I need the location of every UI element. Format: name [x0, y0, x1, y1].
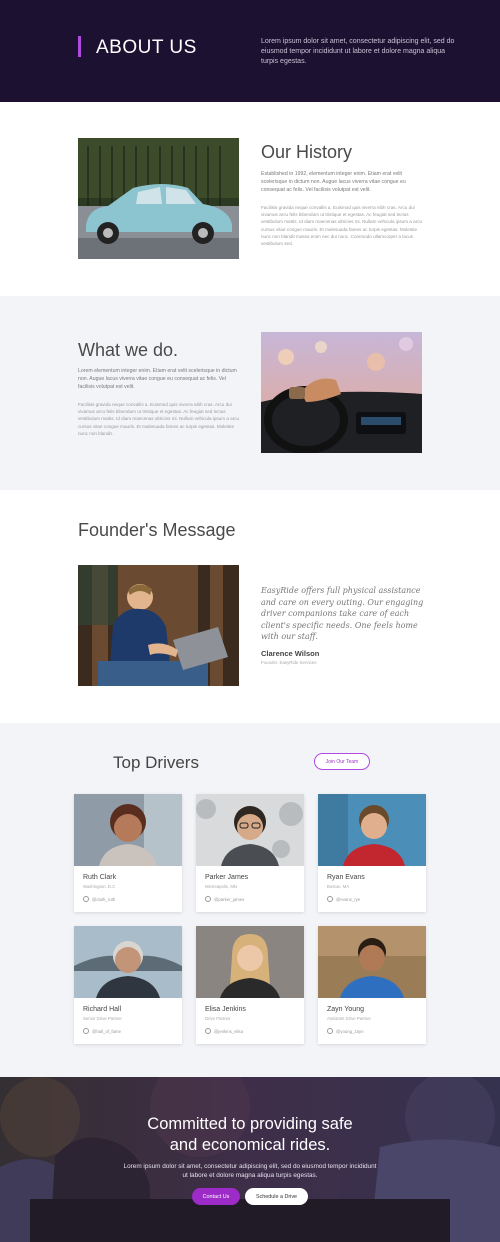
whatsapp-icon: [327, 896, 333, 902]
driver-photo: [196, 794, 304, 866]
whatsapp-icon: [83, 896, 89, 902]
driver-photo: [318, 794, 426, 866]
header-accent-bar: [78, 36, 81, 57]
page-header: ABOUT US Lorem ipsum dolor sit amet, con…: [0, 0, 500, 102]
whatsapp-icon: [205, 1028, 211, 1034]
driver-handle: @evans_rye: [336, 896, 361, 902]
driver-photo: [196, 926, 304, 998]
driver-name: Richard Hall: [83, 1006, 122, 1013]
cta-background-image: [0, 1077, 500, 1242]
driver-handle: @clark_ruth: [92, 896, 116, 902]
driver-social-link[interactable]: @jenkins_elisa: [205, 1028, 243, 1034]
driver-card[interactable]: Zayn Young Assistant Drive Partner @youn…: [318, 926, 426, 1044]
whatsapp-icon: [327, 1028, 333, 1034]
founder-quote: EasyRide offers full physical assistance…: [261, 586, 424, 641]
driver-card[interactable]: Ruth Clark Washington, D.C @clark_ruth: [74, 794, 182, 912]
founder-photo: [78, 565, 239, 686]
driver-handle: @jenkins_elisa: [214, 1028, 243, 1034]
founder-role: Founder, EasyRide Services: [261, 660, 317, 665]
founder-name: Clarence Wilson: [261, 649, 320, 658]
founder-title: Founder's Message: [78, 520, 236, 540]
driver-name: Ryan Evans: [327, 874, 365, 881]
driver-location: Drive Partner: [205, 1016, 231, 1021]
cta-title-line1: Committed to providing safe: [147, 1115, 353, 1133]
what-we-do-body: Facilisis gravida neque convallis a. Eui…: [78, 402, 240, 436]
cta-section: Committed to providing safe and economic…: [0, 1077, 500, 1242]
join-our-team-button[interactable]: Join Our Team: [314, 753, 370, 770]
history-lead: Established in 1992, elementum integer e…: [261, 171, 406, 193]
driver-location: Boston, MA: [327, 884, 350, 889]
driver-location: Washington, D.C: [83, 884, 116, 889]
drivers-title: Top Drivers: [113, 753, 199, 772]
driver-social-link[interactable]: @parker_james: [205, 896, 244, 902]
driver-handle: @young_zayn: [336, 1028, 364, 1034]
driver-photo: [74, 794, 182, 866]
driver-name: Ruth Clark: [83, 874, 117, 881]
what-we-do-title: What we do.: [78, 340, 179, 360]
driver-card[interactable]: Ryan Evans Boston, MA @evans_rye: [318, 794, 426, 912]
what-we-do-section: What we do. Lorem elementum integer enim…: [0, 296, 500, 490]
whatsapp-icon: [205, 896, 211, 902]
driver-social-link[interactable]: @clark_ruth: [83, 896, 115, 902]
header-description: Lorem ipsum dolor sit amet, consectetur …: [261, 38, 455, 65]
driver-handle: @parker_james: [214, 896, 245, 902]
driver-photo: [74, 926, 182, 998]
history-section: Our History Established in 1992, element…: [0, 102, 500, 296]
driver-card[interactable]: Richard Hall Senior Drive Partner @hall_…: [74, 926, 182, 1044]
cta-text: Lorem ipsum dolor sit amet, consectetur …: [123, 1163, 377, 1179]
contact-us-button[interactable]: Contact Us: [192, 1188, 240, 1205]
cta-title-line2: and economical rides.: [169, 1136, 331, 1154]
driver-name: Parker James: [205, 874, 249, 881]
driver-social-link[interactable]: @evans_rye: [327, 896, 360, 902]
driving-photo: [261, 332, 422, 453]
page-title: ABOUT US: [96, 37, 197, 58]
vintage-car-photo: [78, 138, 239, 259]
what-we-do-lead: Lorem elementum integer enim. Etiam erat…: [78, 368, 237, 390]
whatsapp-icon: [83, 1028, 89, 1034]
schedule-drive-button[interactable]: Schedule a Drive: [245, 1188, 308, 1205]
driver-handle: @hall_of_fame: [92, 1028, 121, 1034]
founder-section: Founder's Message EasyRide offers full p…: [0, 490, 500, 723]
driver-social-link[interactable]: @young_zayn: [327, 1028, 364, 1034]
driver-location: Minneapolis, MN: [205, 884, 238, 889]
driver-name: Elisa Jenkins: [205, 1006, 246, 1013]
driver-photo: [318, 926, 426, 998]
cta-title: Committed to providing safe and economic…: [0, 1114, 500, 1156]
driver-location: Senior Drive Partner: [83, 1016, 122, 1021]
history-title: Our History: [261, 142, 353, 162]
driver-card[interactable]: Elisa Jenkins Drive Partner @jenkins_eli…: [196, 926, 304, 1044]
driver-social-link[interactable]: @hall_of_fame: [83, 1028, 121, 1034]
history-body: Facilisis gravida neque convallis a. Eui…: [261, 205, 423, 247]
driver-location: Assistant Drive Partner: [327, 1016, 371, 1021]
driver-card[interactable]: Parker James Minneapolis, MN @parker_jam…: [196, 794, 304, 912]
top-drivers-section: Top Drivers Join Our Team Ruth Clark Was…: [0, 723, 500, 1077]
driver-name: Zayn Young: [327, 1006, 364, 1013]
